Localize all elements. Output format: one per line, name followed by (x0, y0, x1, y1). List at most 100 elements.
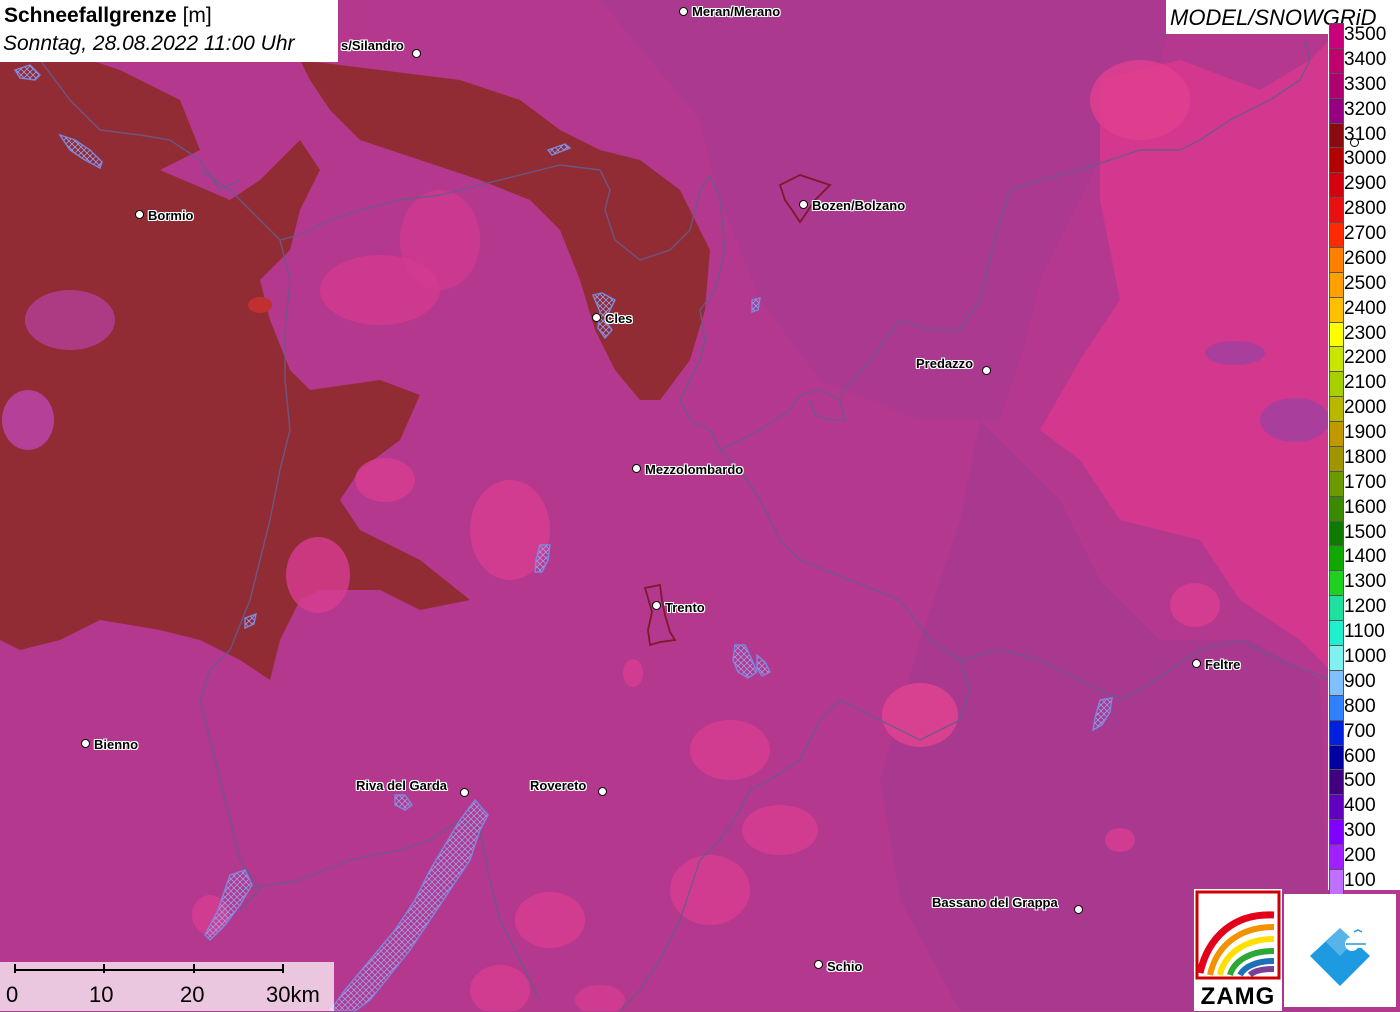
city-marker (814, 960, 823, 969)
city-marker (679, 7, 688, 16)
legend-swatch (1329, 396, 1344, 423)
legend-label: 1700 (1344, 471, 1387, 493)
map-title-panel: Schneefallgrenze [m] Sonntag, 28.08.2022… (0, 0, 338, 62)
legend-label: 2100 (1344, 372, 1387, 394)
city-label: Feltre (1205, 657, 1241, 672)
city-marker (592, 313, 601, 322)
legend-label: 2600 (1344, 247, 1387, 269)
legend-swatch (1329, 819, 1344, 846)
city-label: Trento (665, 600, 705, 615)
legend-swatch (1329, 222, 1344, 249)
partner-logo[interactable] (1284, 894, 1396, 1007)
city-label: Riva del Garda (356, 778, 448, 793)
city-marker (460, 788, 469, 797)
zamg-text: ZAMG (1200, 983, 1276, 1010)
legend-label: 100 (1344, 869, 1376, 891)
legend-label: 1500 (1344, 521, 1387, 543)
legend-swatch (1329, 445, 1344, 472)
city-marker (135, 210, 144, 219)
city-marker (81, 739, 90, 748)
scale-tick (193, 964, 195, 973)
legend-swatch (1329, 346, 1344, 373)
legend-label: 1400 (1344, 546, 1387, 568)
legend-label: 1600 (1344, 496, 1387, 518)
map-title: Schneefallgrenze [m] (4, 4, 212, 28)
legend-swatch (1329, 495, 1344, 522)
city-label: Corti (1363, 136, 1391, 151)
legend-swatch (1329, 570, 1344, 597)
legend-swatch (1329, 719, 1344, 746)
legend-label: 2500 (1344, 272, 1387, 294)
legend-label: 800 (1344, 695, 1376, 717)
legend-label: 600 (1344, 745, 1376, 767)
city-label: Schio (827, 959, 863, 974)
legend-label: 2800 (1344, 198, 1387, 220)
legend-label: 1800 (1344, 446, 1387, 468)
city-marker (1074, 905, 1083, 914)
legend-label: 2000 (1344, 397, 1387, 419)
city-marker (1350, 138, 1359, 147)
city-marker (652, 601, 661, 610)
legend-label: 3200 (1344, 98, 1387, 120)
legend-label: 1300 (1344, 571, 1387, 593)
legend-label: 1200 (1344, 596, 1387, 618)
city-marker (632, 464, 641, 473)
city-label: Cles (605, 311, 633, 326)
city-marker (799, 200, 808, 209)
legend-swatch (1329, 669, 1344, 696)
legend-swatch (1329, 271, 1344, 298)
scale-label-20: 20 (180, 982, 205, 1007)
legend-label: 500 (1344, 770, 1376, 792)
scale-label-10: 10 (89, 982, 114, 1007)
legend-label: 700 (1344, 720, 1376, 742)
legend-swatch (1329, 371, 1344, 398)
snowfall-limit-map (0, 0, 1400, 1011)
legend-swatch (1329, 520, 1344, 547)
city-label: Rovereto (530, 778, 587, 793)
parameter-unit: [m] (182, 4, 212, 27)
legend-label: 200 (1344, 845, 1376, 867)
legend-swatch (1329, 844, 1344, 871)
city-marker (982, 366, 991, 375)
legend-swatch (1329, 620, 1344, 647)
legend-label: 2300 (1344, 322, 1387, 344)
legend-swatch (1329, 296, 1344, 323)
legend-swatch (1329, 694, 1344, 721)
legend-label: 3000 (1344, 148, 1387, 170)
cloud-house-icon (1310, 928, 1370, 986)
scale-bar-line (14, 969, 284, 971)
scale-label-30km: 30km (266, 982, 320, 1007)
legend-label: 900 (1344, 670, 1376, 692)
legend-swatch (1329, 868, 1344, 895)
city-label: Meran/Merano (692, 4, 781, 19)
legend-label: 2400 (1344, 297, 1387, 319)
forecast-datetime: Sonntag, 28.08.2022 11:00 Uhr (3, 32, 295, 55)
legend-swatch (1329, 72, 1344, 99)
city-label: Predazzo (916, 356, 974, 371)
legend-swatch (1329, 321, 1344, 348)
legend-label: 300 (1344, 820, 1376, 842)
city-marker (1192, 659, 1201, 668)
legend-swatch (1329, 470, 1344, 497)
legend-swatch (1329, 197, 1344, 224)
legend-swatch (1329, 122, 1344, 149)
scale-tick (14, 964, 16, 973)
parameter-name: Schneefallgrenze (4, 4, 177, 27)
city-label: Bormio (148, 208, 194, 223)
legend-swatch (1329, 595, 1344, 622)
scale-tick (282, 964, 284, 973)
legend-label: 2900 (1344, 173, 1387, 195)
legend-swatch (1329, 97, 1344, 124)
legend-swatch (1329, 172, 1344, 199)
city-marker (412, 49, 421, 58)
legend-swatch (1329, 246, 1344, 273)
city-marker (598, 787, 607, 796)
scale-label-0: 0 (6, 982, 19, 1007)
city-label: Mezzolombardo (645, 462, 744, 477)
legend-label: 2200 (1344, 347, 1387, 369)
legend-label: 1100 (1344, 621, 1385, 643)
city-label: Bienno (94, 737, 139, 752)
zamg-logo[interactable]: ZAMG (1194, 889, 1282, 1011)
legend-label: 3500 (1344, 24, 1387, 45)
legend-swatch (1329, 47, 1344, 74)
